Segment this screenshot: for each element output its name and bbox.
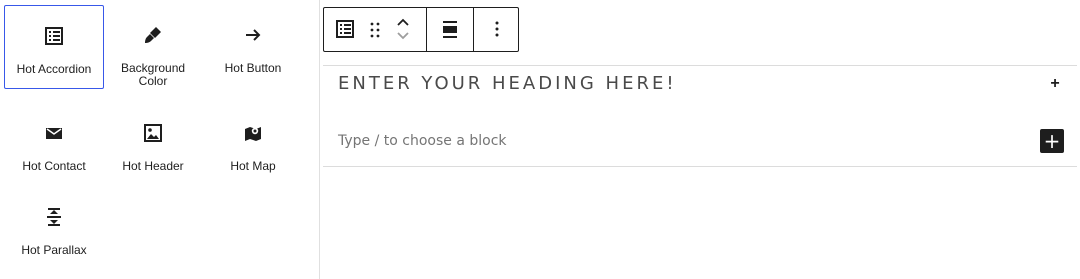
block-hot-map[interactable]: Hot Map xyxy=(203,103,303,187)
block-hot-contact[interactable]: Hot Contact xyxy=(4,103,104,187)
block-background-color[interactable]: Background Color xyxy=(103,5,203,89)
parallax-icon xyxy=(44,207,64,227)
chevron-up-icon xyxy=(392,8,414,30)
accordion-toggle-plus[interactable]: + xyxy=(1048,74,1062,94)
block-label: Background Color xyxy=(121,61,186,88)
arrow-right-icon xyxy=(243,25,263,45)
drag-handle-icon xyxy=(366,8,384,51)
list-table-icon xyxy=(44,26,64,46)
block-toolbar xyxy=(323,7,519,52)
move-down-button[interactable] xyxy=(392,30,414,51)
block-label: Hot Header xyxy=(122,159,184,173)
block-label: Hot Parallax xyxy=(21,243,87,257)
plus-icon: + xyxy=(1043,129,1061,153)
block-label: Hot Contact xyxy=(22,159,86,173)
block-top-border xyxy=(323,65,1077,66)
image-icon xyxy=(143,123,163,143)
align-center-icon xyxy=(435,8,465,51)
block-bottom-border xyxy=(323,166,1077,167)
block-inserter-panel: Hot Accordion Background Color Hot Butto… xyxy=(0,0,319,279)
map-pin-icon xyxy=(243,123,263,143)
block-hot-header[interactable]: Hot Header xyxy=(103,103,203,187)
envelope-icon xyxy=(44,123,64,143)
block-label: Hot Button xyxy=(224,61,282,75)
align-button[interactable] xyxy=(435,8,465,51)
toolbar-separator xyxy=(473,8,474,51)
paintbrush-icon xyxy=(143,25,163,45)
accordion-heading[interactable]: ENTER YOUR HEADING HERE! xyxy=(338,72,677,96)
move-up-button[interactable] xyxy=(392,8,414,30)
block-label: Hot Map xyxy=(230,159,276,173)
more-options-button[interactable] xyxy=(482,8,512,51)
block-hot-accordion[interactable]: Hot Accordion xyxy=(4,5,104,89)
block-type-button[interactable] xyxy=(334,8,360,51)
more-vertical-icon xyxy=(482,8,512,51)
add-block-button[interactable]: + xyxy=(1040,129,1064,153)
block-placeholder[interactable]: Type / to choose a block xyxy=(338,132,507,150)
drag-handle[interactable] xyxy=(366,8,384,51)
toolbar-separator xyxy=(426,8,427,51)
block-label: Hot Accordion xyxy=(16,62,92,76)
block-hot-parallax[interactable]: Hot Parallax xyxy=(4,187,104,271)
panel-divider xyxy=(319,0,320,279)
list-table-icon xyxy=(334,8,360,51)
block-hot-button[interactable]: Hot Button xyxy=(203,5,303,89)
chevron-down-icon xyxy=(392,30,414,51)
